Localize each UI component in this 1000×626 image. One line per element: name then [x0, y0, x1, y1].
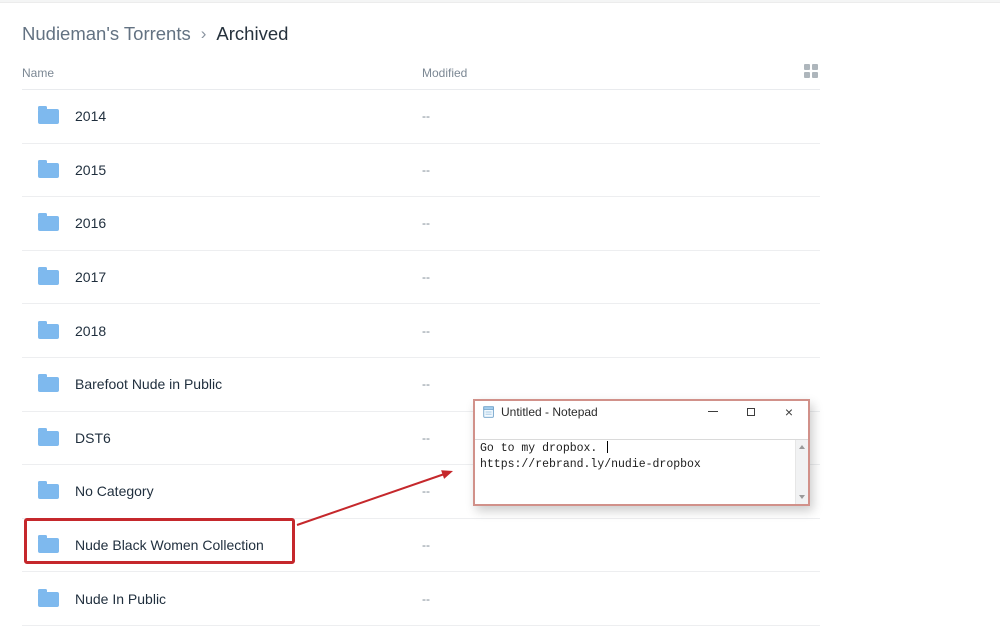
notepad-title: Untitled - Notepad	[501, 405, 598, 419]
folder-icon	[38, 484, 59, 499]
notepad-body: Go to my dropbox. https://rebrand.ly/nud…	[475, 439, 808, 504]
folder-name[interactable]: Barefoot Nude in Public	[75, 376, 222, 392]
folder-modified: --	[422, 216, 430, 230]
folder-name[interactable]: No Category	[75, 483, 154, 499]
notepad-titlebar[interactable]: Untitled - Notepad ×	[475, 401, 808, 422]
window-controls: ×	[694, 401, 808, 422]
folder-icon	[38, 592, 59, 607]
notepad-menubar	[475, 422, 808, 439]
notepad-text-line: Go to my dropbox.	[480, 441, 795, 457]
breadcrumb: Nudieman's Torrents › Archived	[22, 20, 820, 48]
folder-modified: --	[422, 377, 430, 391]
folder-modified: --	[422, 109, 430, 123]
folder-name[interactable]: DST6	[75, 430, 111, 446]
folder-modified: --	[422, 538, 430, 552]
chevron-down-icon[interactable]	[799, 495, 805, 499]
text-cursor	[607, 441, 608, 453]
table-row[interactable]: 2018 --	[22, 304, 820, 358]
folder-icon	[38, 324, 59, 339]
annotation-arrow-icon	[290, 463, 460, 533]
table-row[interactable]: 2017 --	[22, 251, 820, 305]
folder-name[interactable]: 2016	[75, 215, 106, 231]
dropbox-folder-page: Nudieman's Torrents › Archived Name Modi…	[0, 0, 1000, 626]
table-row[interactable]: Nude In Public --	[22, 572, 820, 626]
breadcrumb-parent[interactable]: Nudieman's Torrents	[22, 23, 191, 45]
close-icon[interactable]: ×	[770, 401, 808, 422]
notepad-icon	[482, 405, 496, 419]
table-row[interactable]: 2015 --	[22, 144, 820, 198]
folder-icon	[38, 163, 59, 178]
table-header: Name Modified	[22, 62, 820, 90]
notepad-scrollbar[interactable]	[795, 440, 808, 504]
column-header-name[interactable]: Name	[22, 66, 54, 80]
folder-icon	[38, 431, 59, 446]
maximize-icon[interactable]	[732, 401, 770, 422]
folder-name[interactable]: Nude In Public	[75, 591, 166, 607]
column-header-modified[interactable]: Modified	[422, 66, 467, 80]
folder-icon	[38, 109, 59, 124]
folder-name[interactable]: 2017	[75, 269, 106, 285]
folder-modified: --	[422, 163, 430, 177]
folder-icon	[38, 270, 59, 285]
breadcrumb-current: Archived	[216, 23, 288, 45]
folder-name[interactable]: 2014	[75, 108, 106, 124]
folder-name[interactable]: 2018	[75, 323, 106, 339]
grid-view-icon[interactable]	[804, 64, 818, 78]
notepad-window: Untitled - Notepad × Go to my dropbox. h…	[473, 399, 810, 506]
table-row[interactable]: 2016 --	[22, 197, 820, 251]
folder-modified: --	[422, 324, 430, 338]
folder-icon	[38, 216, 59, 231]
folder-modified: --	[422, 592, 430, 606]
annotation-highlight-box	[24, 518, 295, 564]
folder-icon	[38, 377, 59, 392]
minimize-icon[interactable]	[694, 401, 732, 422]
folder-modified: --	[422, 431, 430, 445]
folder-name[interactable]: 2015	[75, 162, 106, 178]
notepad-text-area[interactable]: Go to my dropbox. https://rebrand.ly/nud…	[475, 440, 795, 504]
chevron-up-icon[interactable]	[799, 445, 805, 449]
folder-modified: --	[422, 270, 430, 284]
notepad-text-line: https://rebrand.ly/nudie-dropbox	[480, 457, 795, 473]
table-row[interactable]: 2014 --	[22, 90, 820, 144]
breadcrumb-separator-icon: ›	[201, 24, 207, 44]
